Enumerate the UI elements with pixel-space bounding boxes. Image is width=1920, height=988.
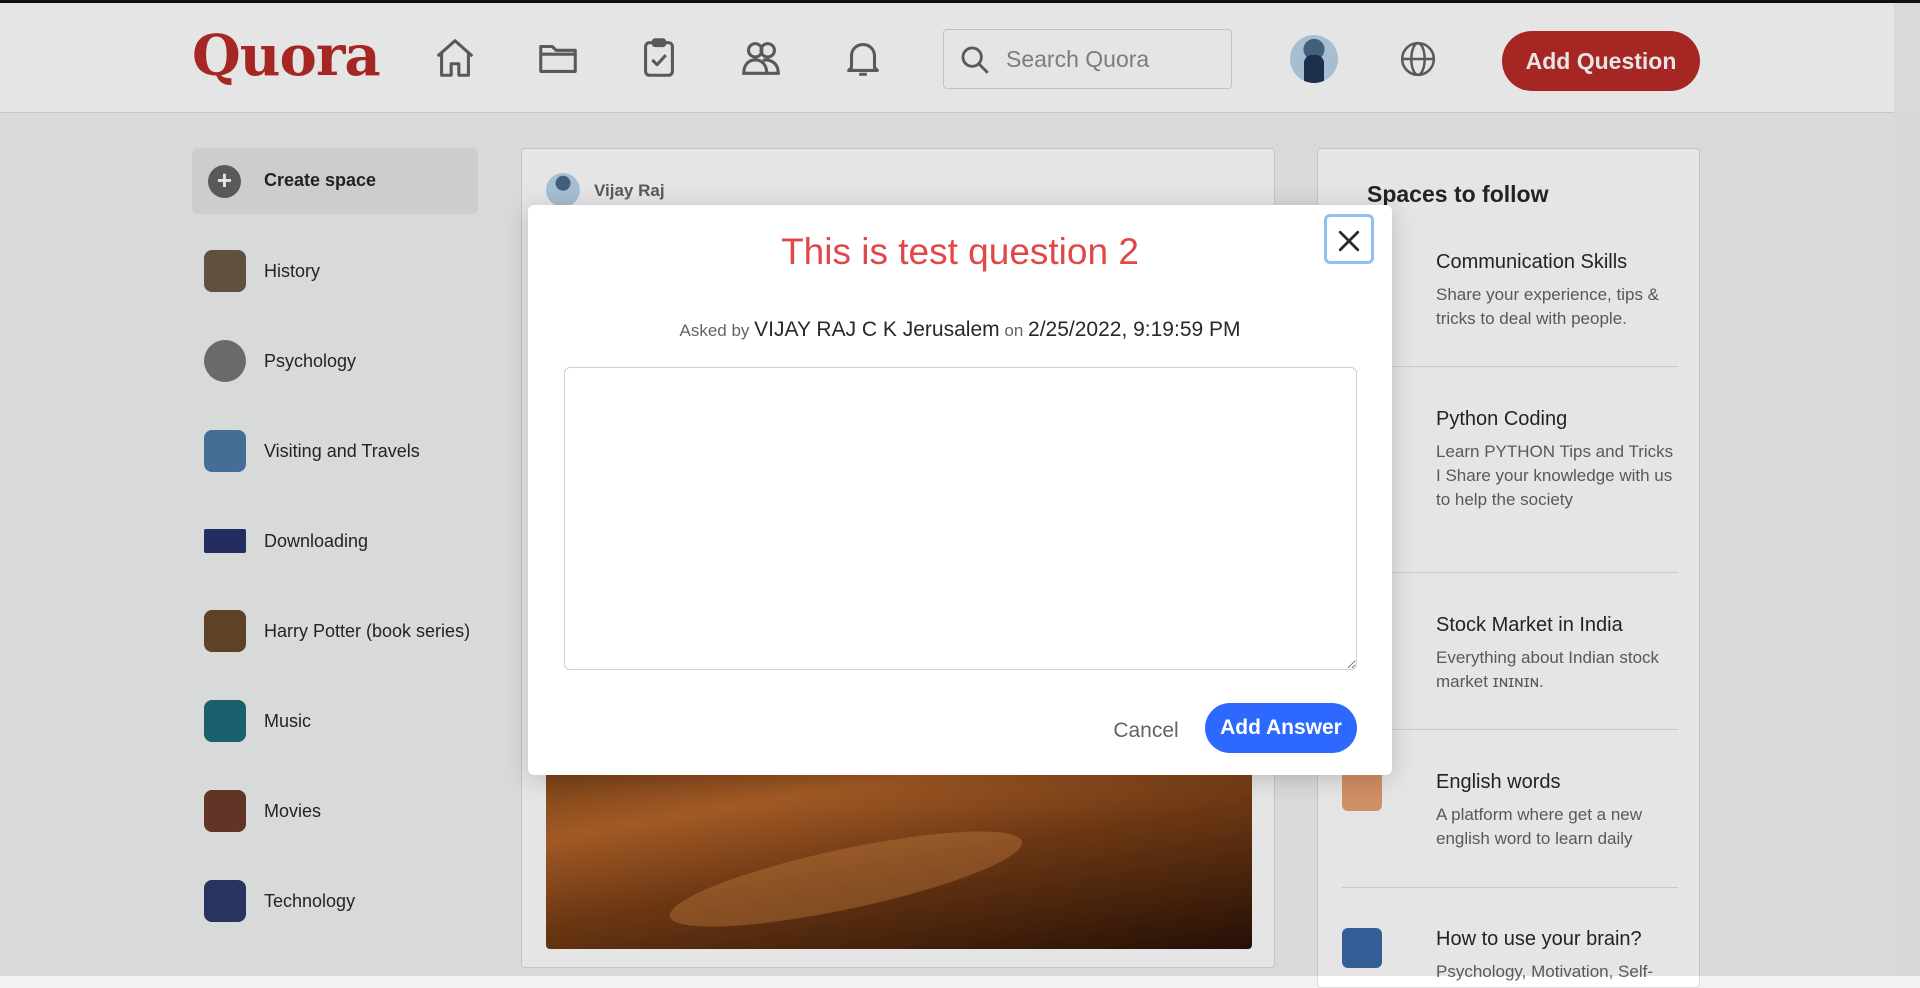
answer-textarea[interactable] [564,367,1357,670]
answer-modal: This is test question 2 Asked by VIJAY R… [528,205,1392,775]
asked-by-line: Asked by VIJAY RAJ C K Jerusalem on 2/25… [528,318,1392,342]
close-button[interactable] [1324,214,1374,264]
asked-prefix: Asked by [679,321,750,340]
asked-date: 2/25/2022, 9:19:59 PM [1028,318,1241,341]
on-label: on [1004,321,1024,340]
question-title: This is test question 2 [781,231,1139,272]
add-answer-button[interactable]: Add Answer [1205,703,1357,753]
cancel-button[interactable]: Cancel [1086,708,1206,754]
close-icon [1338,230,1360,252]
asker-name: VIJAY RAJ C K Jerusalem [754,318,1000,341]
